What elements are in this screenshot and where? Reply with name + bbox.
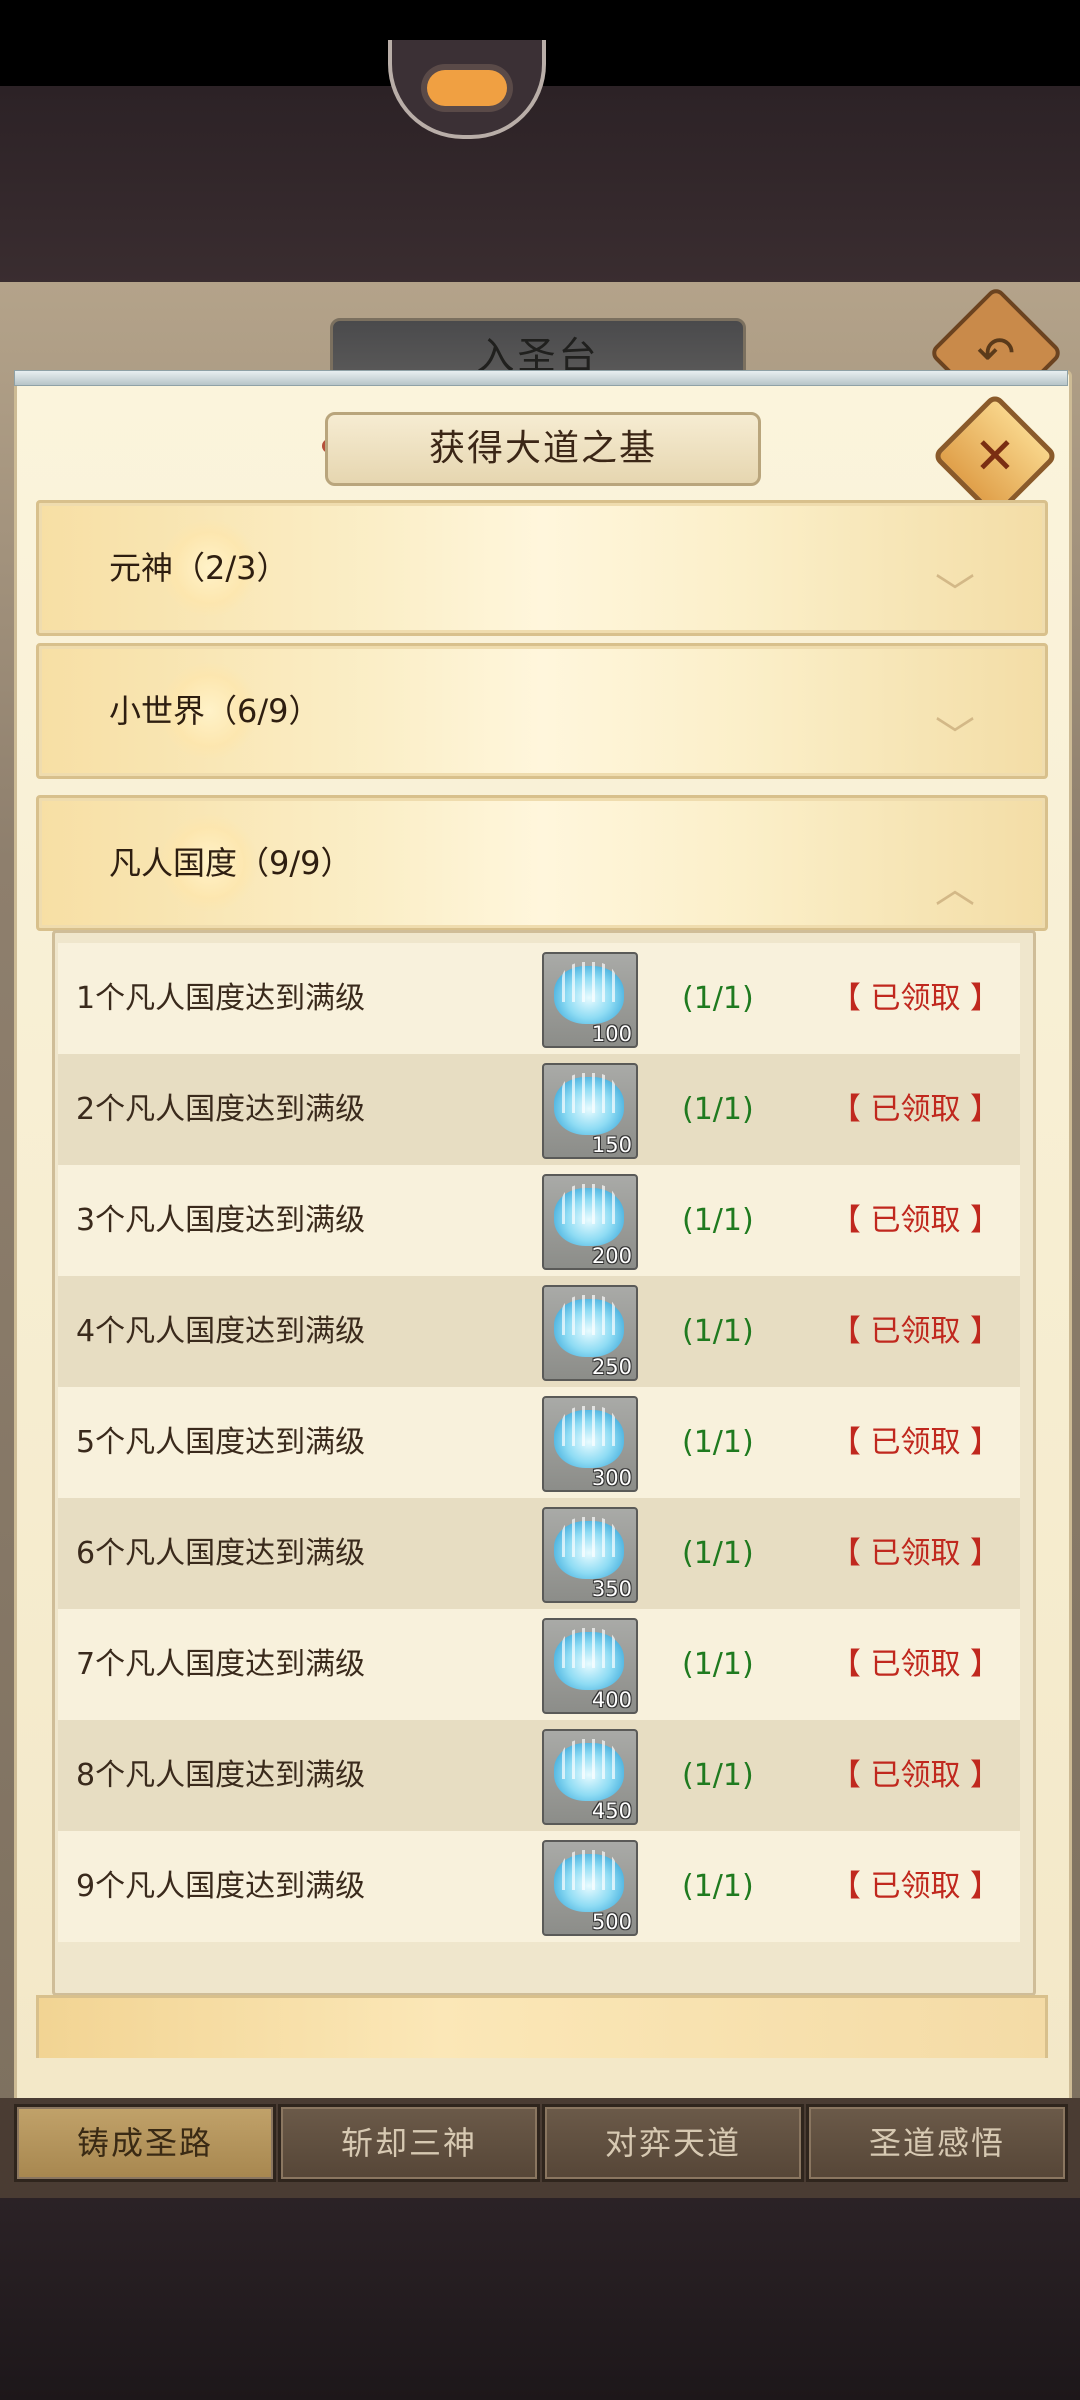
task-row: 6个凡人国度达到满级 350 (1/1) 【 已领取 】 bbox=[58, 1498, 1020, 1609]
claim-status: 【 已领取 】 bbox=[830, 1758, 1000, 1793]
claim-status: 【 已领取 】 bbox=[830, 1314, 1000, 1349]
claim-status: 【 已领取 】 bbox=[830, 1647, 1000, 1682]
crystal-platform-icon[interactable]: 500 bbox=[542, 1840, 638, 1936]
task-row: 4个凡人国度达到满级 250 (1/1) 【 已领取 】 bbox=[58, 1276, 1020, 1387]
task-description: 7个凡人国度达到满级 bbox=[76, 1647, 366, 1682]
crystal-platform-icon[interactable]: 300 bbox=[542, 1396, 638, 1492]
reward-quantity: 200 bbox=[591, 1244, 632, 1268]
top-background bbox=[0, 86, 1080, 286]
reward-quantity: 100 bbox=[591, 1022, 632, 1046]
task-description: 2个凡人国度达到满级 bbox=[76, 1092, 366, 1127]
task-progress: (1/1) bbox=[682, 981, 754, 1016]
task-row: 9个凡人国度达到满级 500 (1/1) 【 已领取 】 bbox=[58, 1831, 1020, 1942]
bottom-background bbox=[0, 2198, 1080, 2400]
task-progress: (1/1) bbox=[682, 1536, 754, 1571]
task-progress: (1/1) bbox=[682, 1092, 754, 1127]
task-description: 3个凡人国度达到满级 bbox=[76, 1203, 366, 1238]
reward-quantity: 150 bbox=[591, 1133, 632, 1157]
crystal-platform-icon[interactable]: 250 bbox=[542, 1285, 638, 1381]
category-xiaoshijie[interactable]: 小世界（6/9） ﹀ bbox=[36, 643, 1048, 779]
reward-quantity: 500 bbox=[591, 1910, 632, 1934]
reward-quantity: 400 bbox=[591, 1688, 632, 1712]
modal-title: 获得大道之基 bbox=[325, 412, 761, 486]
reward-quantity: 300 bbox=[591, 1466, 632, 1490]
chevron-up-icon: ︿ bbox=[935, 866, 975, 912]
task-description: 9个凡人国度达到满级 bbox=[76, 1869, 366, 1904]
claim-status: 【 已领取 】 bbox=[830, 1869, 1000, 1904]
reward-quantity: 350 bbox=[591, 1577, 632, 1601]
claim-status: 【 已领取 】 bbox=[830, 981, 1000, 1016]
tab-zhanquesanshen[interactable]: 斩却三神 bbox=[278, 2104, 540, 2182]
task-row: 2个凡人国度达到满级 150 (1/1) 【 已领取 】 bbox=[58, 1054, 1020, 1165]
task-description: 4个凡人国度达到满级 bbox=[76, 1314, 366, 1349]
task-description: 8个凡人国度达到满级 bbox=[76, 1758, 366, 1793]
claim-status: 【 已领取 】 bbox=[830, 1203, 1000, 1238]
tab-zhuchengshenglu[interactable]: 铸成圣路 bbox=[14, 2104, 276, 2182]
task-row: 1个凡人国度达到满级 100 (1/1) 【 已领取 】 bbox=[58, 943, 1020, 1054]
category-label: 凡人国度（9/9） bbox=[109, 844, 353, 882]
reward-quantity: 450 bbox=[591, 1799, 632, 1823]
scroll-rod bbox=[14, 370, 1068, 386]
task-progress: (1/1) bbox=[682, 1314, 754, 1349]
task-row: 3个凡人国度达到满级 200 (1/1) 【 已领取 】 bbox=[58, 1165, 1020, 1276]
reward-quantity: 250 bbox=[591, 1355, 632, 1379]
crystal-platform-icon[interactable]: 150 bbox=[542, 1063, 638, 1159]
category-partial[interactable] bbox=[36, 1995, 1048, 2058]
close-icon: ✕ bbox=[974, 427, 1016, 485]
task-row: 7个凡人国度达到满级 400 (1/1) 【 已领取 】 bbox=[58, 1609, 1020, 1720]
task-row: 8个凡人国度达到满级 450 (1/1) 【 已领取 】 bbox=[58, 1720, 1020, 1831]
category-label: 元神（2/3） bbox=[109, 549, 289, 587]
chevron-down-icon: ﹀ bbox=[935, 571, 975, 617]
crystal-platform-icon[interactable]: 350 bbox=[542, 1507, 638, 1603]
claim-status: 【 已领取 】 bbox=[830, 1092, 1000, 1127]
chevron-down-icon: ﹀ bbox=[935, 714, 975, 760]
task-progress: (1/1) bbox=[682, 1425, 754, 1460]
tab-shengdaoganwu[interactable]: 圣道感悟 bbox=[806, 2104, 1068, 2182]
task-progress: (1/1) bbox=[682, 1647, 754, 1682]
task-row: 5个凡人国度达到满级 300 (1/1) 【 已领取 】 bbox=[58, 1387, 1020, 1498]
claim-status: 【 已领取 】 bbox=[830, 1536, 1000, 1571]
tab-duiyitiandao[interactable]: 对弈天道 bbox=[542, 2104, 804, 2182]
crystal-platform-icon[interactable]: 400 bbox=[542, 1618, 638, 1714]
task-description: 1个凡人国度达到满级 bbox=[76, 981, 366, 1016]
crystal-platform-icon[interactable]: 200 bbox=[542, 1174, 638, 1270]
category-yuanshen[interactable]: 元神（2/3） ﹀ bbox=[36, 500, 1048, 636]
task-progress: (1/1) bbox=[682, 1758, 754, 1793]
claim-status: 【 已领取 】 bbox=[830, 1425, 1000, 1460]
category-label: 小世界（6/9） bbox=[109, 692, 321, 730]
crystal-platform-icon[interactable]: 100 bbox=[542, 952, 638, 1048]
crystal-platform-icon[interactable]: 450 bbox=[542, 1729, 638, 1825]
task-progress: (1/1) bbox=[682, 1203, 754, 1238]
task-progress: (1/1) bbox=[682, 1869, 754, 1904]
task-description: 6个凡人国度达到满级 bbox=[76, 1536, 366, 1571]
task-description: 5个凡人国度达到满级 bbox=[76, 1425, 366, 1460]
category-fanrenguodu[interactable]: 凡人国度（9/9） ︿ bbox=[36, 795, 1048, 931]
